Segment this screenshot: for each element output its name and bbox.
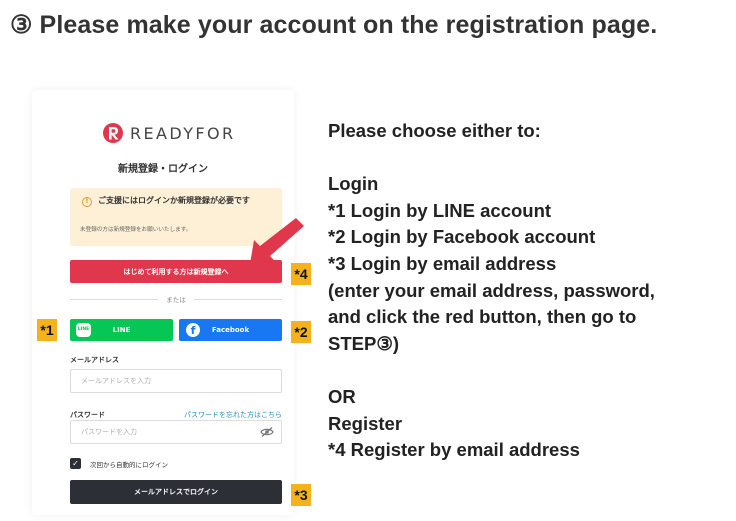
email-field[interactable] [70, 369, 282, 393]
badge-2: *2 [291, 321, 311, 343]
notice-main-text: ご支援にはログインか新規登録が必要です [98, 196, 250, 205]
instruction-line: Please choose either to: [328, 120, 541, 141]
instructions-panel: Please choose either to: Login *1 Login … [328, 118, 730, 464]
badge-4: *4 [291, 263, 311, 285]
brand-logo: READYFOR [102, 122, 236, 144]
remember-checkbox[interactable]: ✓ [70, 458, 81, 469]
instruction-line: (enter your email address, password, [328, 279, 655, 301]
instruction-line: OR [328, 385, 356, 407]
facebook-button-label: Facebook [211, 326, 250, 334]
instruction-line: Register [328, 412, 403, 434]
facebook-icon: f [186, 323, 200, 337]
line-login-button[interactable]: LINE LINE [70, 319, 173, 341]
badge-1: *1 [37, 319, 57, 341]
page-heading: ③ Please make your account on the regist… [10, 11, 658, 39]
badge-3: *3 [291, 484, 311, 506]
readyfor-logo-icon [103, 123, 123, 143]
email-label: メールアドレス [70, 356, 119, 364]
instruction-line: *3 Login by email address [328, 252, 557, 274]
pointer-arrow-icon [250, 218, 304, 264]
instruction-line [328, 357, 730, 384]
forgot-password-link[interactable]: パスワードを忘れた方はこちら [180, 410, 282, 420]
line-icon: LINE [76, 323, 91, 337]
registration-screenshot: READYFOR 新規登録・ログイン ! ご支援にはログインか新規登録が必要です… [32, 90, 294, 515]
or-text: または [166, 296, 186, 304]
remember-label: 次回から自動的にログイン [90, 461, 168, 469]
facebook-login-button[interactable]: f Facebook [179, 319, 282, 341]
line-button-label: LINE [112, 326, 131, 334]
instruction-line [328, 145, 730, 172]
instruction-line: *4 Register by email address [328, 439, 580, 461]
hide-password-icon[interactable] [260, 427, 274, 437]
password-label: パスワード [70, 411, 105, 419]
info-icon: ! [82, 197, 92, 207]
or-divider: または [70, 294, 282, 304]
registration-title: 新規登録・ログイン [118, 164, 208, 175]
instruction-line: STEP③) [328, 332, 400, 354]
password-field[interactable] [70, 420, 282, 444]
instruction-line: *1 Login by LINE account [328, 199, 552, 221]
brand-name: READYFOR [130, 123, 236, 143]
instruction-line: Login [328, 173, 379, 195]
instruction-line: *2 Login by Facebook account [328, 226, 596, 248]
instruction-line: and click the red button, then go to [328, 306, 637, 328]
email-login-button[interactable]: メールアドレスでログイン [70, 480, 282, 504]
